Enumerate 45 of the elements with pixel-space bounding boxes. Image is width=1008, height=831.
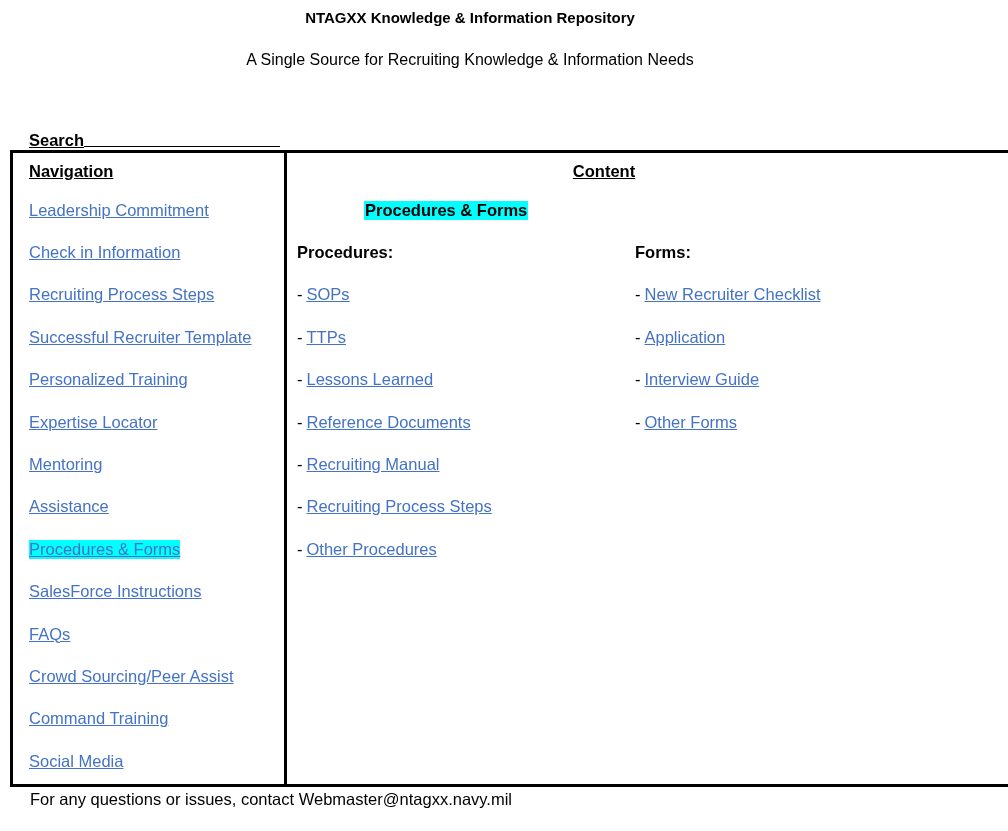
content-link[interactable]: Lessons Learned [306,370,434,390]
content-link[interactable]: Reference Documents [306,412,471,432]
dash-mark: - [297,412,303,432]
page-title: NTAGXX Knowledge & Information Repository [305,9,635,27]
content-link[interactable]: Recruiting Process Steps [306,497,492,517]
nav-link[interactable]: Command Training [29,709,169,729]
dash-mark: - [297,370,303,390]
dash-mark: - [297,497,303,517]
nav-link[interactable]: Leadership Commitment [29,200,209,220]
content-link[interactable]: SOPs [306,285,350,305]
content-link[interactable]: Other Forms [644,412,738,432]
footer-text: For any questions or issues, contact Webmaster@ntagxx.navy.mil [30,789,513,809]
nav-link[interactable]: Crowd Sourcing/Peer Assist [29,667,234,686]
dash-mark: - [635,285,641,305]
page-subtitle: A Single Source for Recruiting Knowledge & Information Needs [246,50,694,70]
content-link[interactable]: Other Procedures [306,539,437,559]
navigation-heading: Navigation [29,161,114,181]
nav-link[interactable]: SalesForce Instructions [29,582,202,602]
content-link[interactable]: New Recruiter Checklist [644,285,821,305]
content-link[interactable]: Application [644,327,726,347]
content-link[interactable]: Recruiting Manual [306,455,440,475]
nav-link[interactable]: Check in Information [29,243,181,263]
dash-mark: - [297,455,303,475]
content-link[interactable]: Interview Guide [644,370,760,390]
nav-link[interactable]: Assistance [29,497,109,517]
nav-link[interactable]: Recruiting Process Steps [29,285,215,305]
section-title: Procedures & Forms [364,200,529,220]
nav-link[interactable]: FAQs [29,624,71,644]
column-heading: Procedures: [297,243,394,263]
search-label: Search [29,131,85,150]
dash-mark: - [297,327,303,347]
nav-link[interactable]: Personalized Training [29,370,188,390]
nav-link[interactable]: Expertise Locator [29,412,158,432]
content-link[interactable]: TTPs [306,327,346,347]
column-heading: Forms: [635,243,691,263]
nav-link[interactable]: Procedures & Forms [29,539,181,559]
dash-mark: - [297,285,303,305]
dash-mark: - [635,327,641,347]
nav-link[interactable]: Mentoring [29,455,103,475]
nav-link[interactable]: Social Media [29,751,124,771]
dash-mark: - [297,539,303,559]
dash-mark: - [635,412,641,432]
dash-mark: - [635,370,641,390]
content-heading: Content [572,161,636,181]
nav-link[interactable]: Successful Recruiter Template [29,327,252,347]
